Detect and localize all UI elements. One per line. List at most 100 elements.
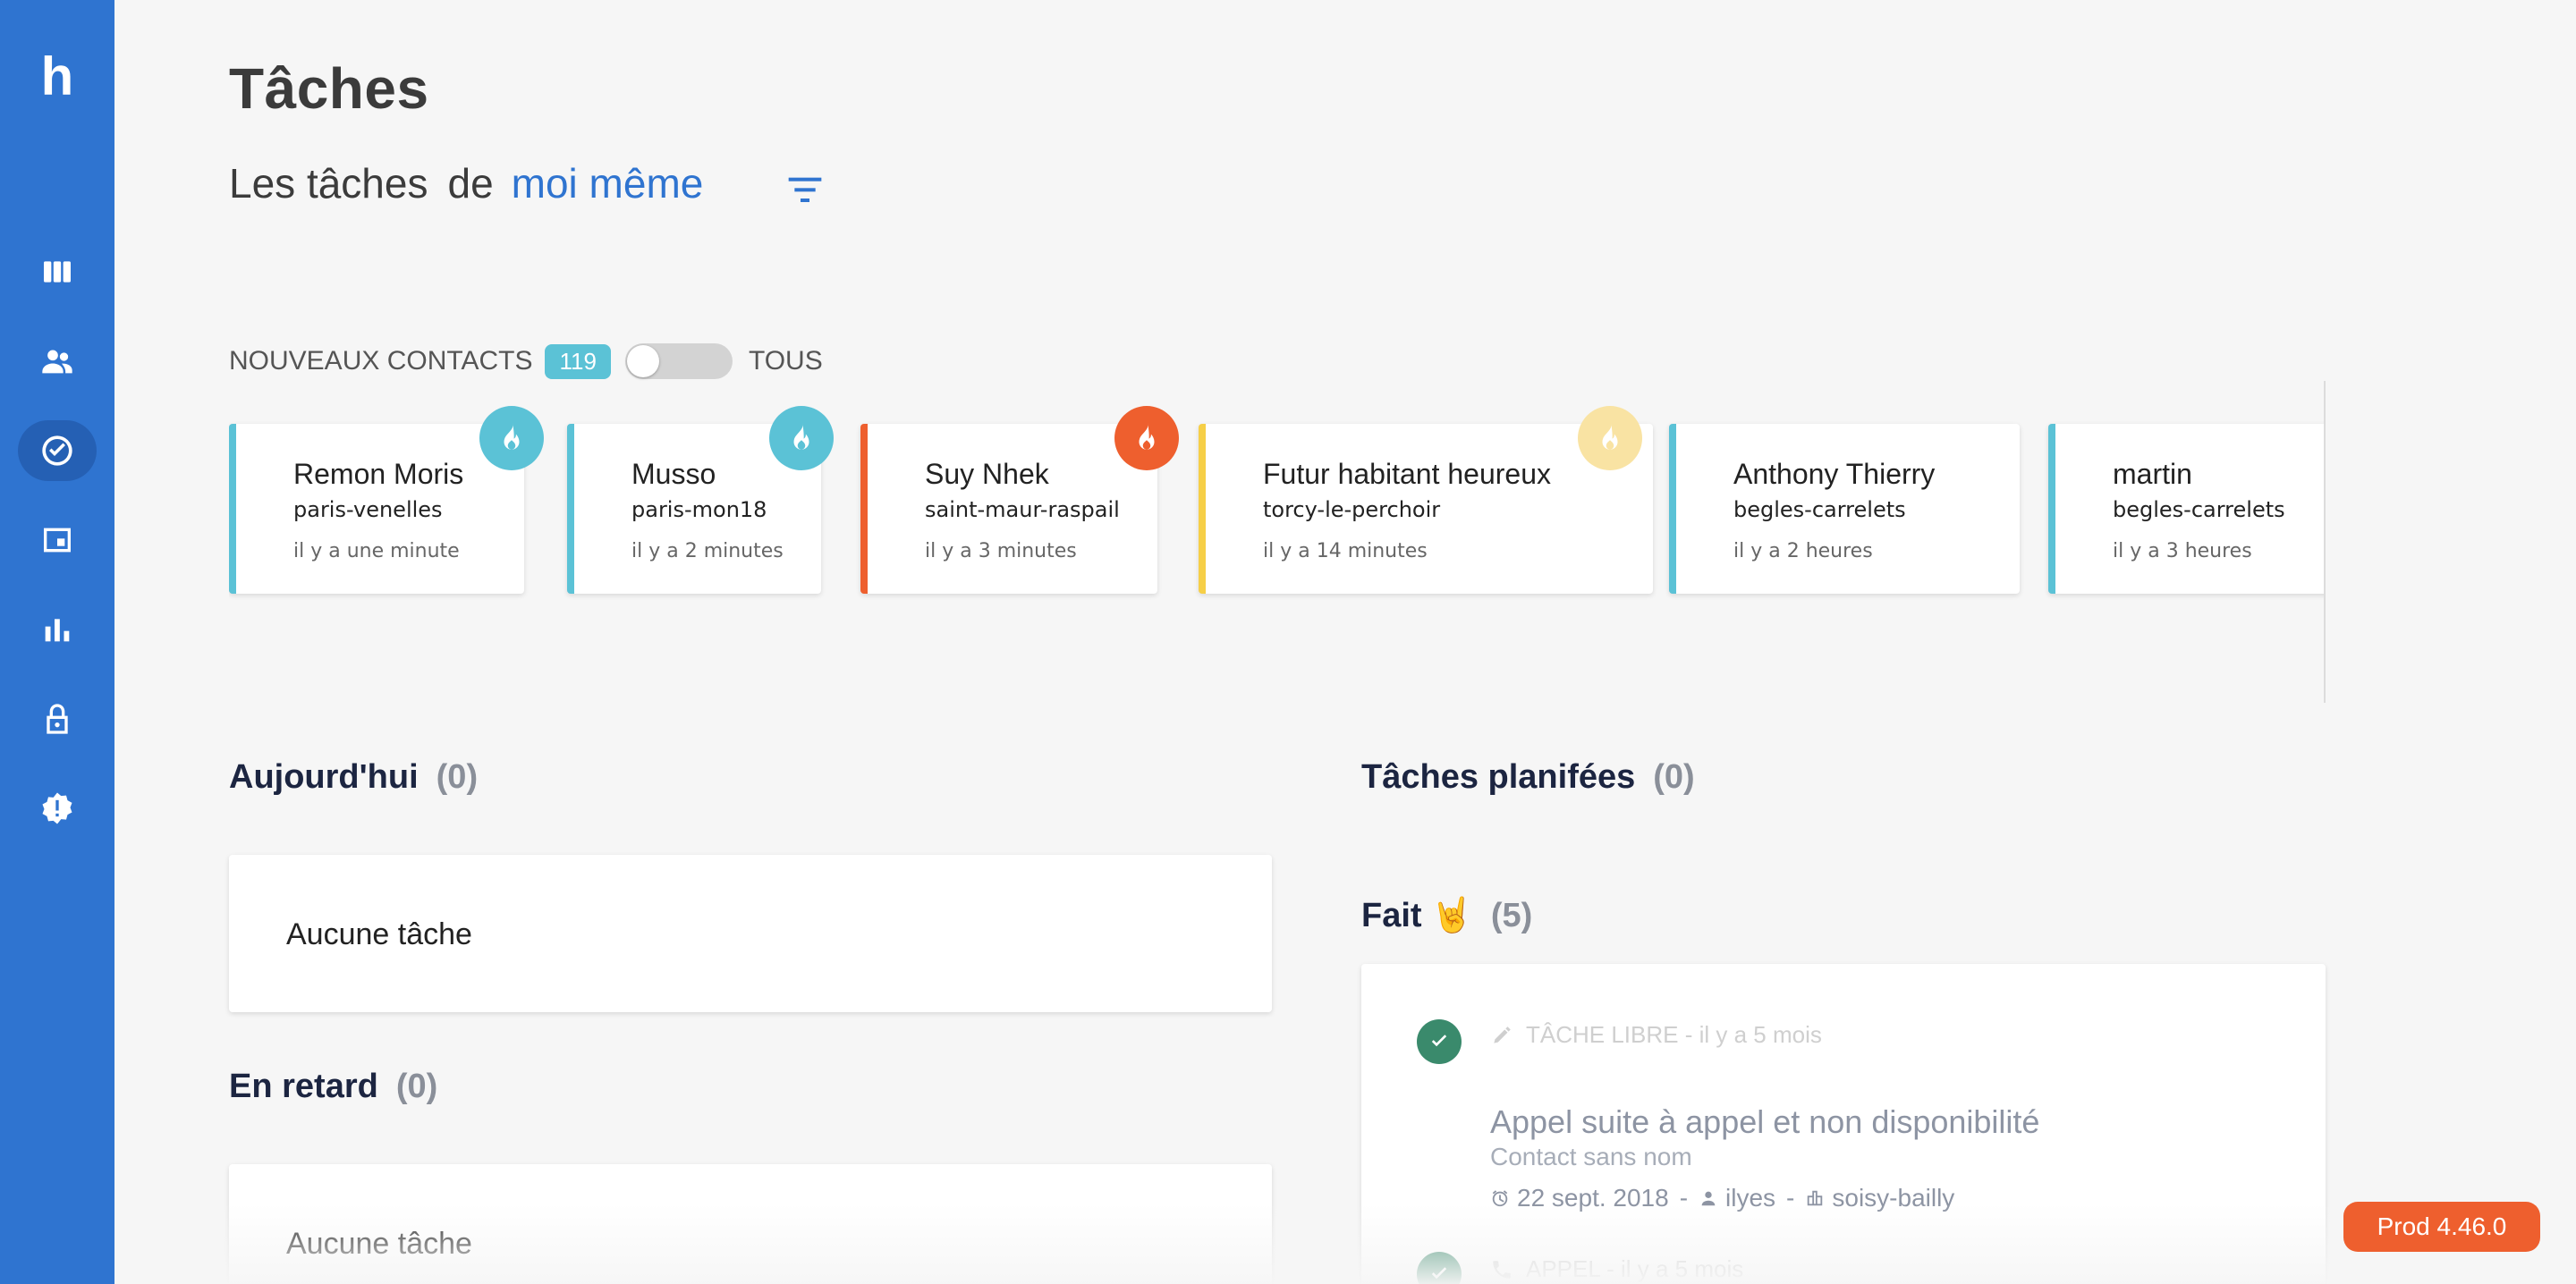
people-icon (42, 350, 72, 374)
nav-stats[interactable] (18, 599, 97, 660)
contact-card[interactable]: Suy Nhek saint-maur-raspail il y a 3 minut… (860, 424, 1157, 594)
late-section-title: En retard (0) (229, 1068, 437, 1106)
phone-icon (1493, 1260, 1511, 1279)
done-title: Fait (1361, 896, 1422, 934)
today-empty-text: Aucune tâche (286, 917, 472, 951)
done-section-title: Fait 🤘 (5) (1361, 896, 1532, 935)
task-meta: TÂCHE LIBRE - il y a 5 mois (1490, 1021, 1822, 1049)
new-contacts-label: NOUVEAUX CONTACTS (229, 346, 533, 376)
contact-agency: begles-carrelets (2113, 497, 2285, 522)
late-empty-text: Aucune tâche (286, 1227, 472, 1261)
contact-name: Musso (631, 458, 716, 490)
building-icon (1808, 1190, 1823, 1206)
hot-lead-badge (769, 406, 834, 470)
contact-time: il y a 2 minutes (631, 540, 784, 562)
contact-time: il y a une minute (293, 540, 460, 562)
done-task-list: TÂCHE LIBRE - il y a 5 mois Appel suite … (1361, 964, 2326, 1284)
task-details: 22 sept. 2018 - ilyes - soisy-bailly (1490, 1184, 1954, 1212)
columns-icon (44, 261, 71, 283)
toggle-knob (626, 345, 659, 377)
hot-lead-badge (1578, 406, 1642, 470)
new-contacts-count-badge: 119 (545, 343, 611, 379)
contact-name: Anthony Thierry (1733, 458, 1936, 490)
contact-time: il y a 3 heures (2113, 540, 2252, 562)
check-circle-icon (42, 435, 72, 466)
nav-listings[interactable] (18, 510, 97, 570)
flame-icon (1139, 423, 1155, 450)
toggle-label: TOUS (748, 346, 823, 376)
task-user: ilyes (1725, 1184, 1776, 1212)
today-count: (0) (436, 758, 479, 796)
contact-agency: begles-carrelets (1733, 497, 1906, 522)
task-meta: APPEL - il y a 5 mois (1490, 1255, 1743, 1283)
today-empty-card: Aucune tâche (229, 855, 1272, 1012)
planned-title: Tâches planifées (1361, 758, 1636, 796)
late-title: En retard (229, 1068, 378, 1105)
contact-name: Suy Nhek (925, 458, 1049, 490)
bar-chart-icon (45, 619, 70, 642)
task-date: 22 sept. 2018 (1517, 1184, 1669, 1212)
late-empty-card: Aucune tâche (229, 1164, 1272, 1284)
flame-icon (1602, 423, 1618, 450)
version-badge[interactable]: Prod 4.46.0 (2343, 1202, 2540, 1252)
contact-agency: paris-mon18 (631, 497, 767, 522)
person-icon (1701, 1191, 1716, 1206)
check-icon (1431, 1267, 1447, 1280)
app-logo[interactable]: h (36, 50, 79, 104)
task-meta-text: TÂCHE LIBRE - il y a 5 mois (1526, 1021, 1822, 1048)
separator: - (1786, 1184, 1795, 1212)
new-contacts-carousel[interactable]: Remon Moris paris-venelles il y a une minu… (229, 381, 2326, 703)
done-emoji: 🤘 (1430, 897, 1473, 934)
contact-time: il y a 3 minutes (925, 540, 1077, 562)
pencil-icon (1494, 1026, 1511, 1043)
done-count: (5) (1490, 896, 1533, 934)
sidebar: h (0, 0, 114, 1284)
filter-button[interactable] (784, 170, 826, 209)
hot-lead-badge (1114, 406, 1179, 470)
task-agency: soisy-bailly (1832, 1184, 1955, 1212)
contact-name: Futur habitant heureux (1263, 458, 1551, 490)
owner-selector[interactable]: moi même (512, 159, 704, 207)
new-contacts-header: NOUVEAUX CONTACTS 119 TOUS (229, 343, 823, 379)
contact-card[interactable]: Remon Moris paris-venelles il y a une minu… (229, 424, 524, 594)
contact-name: martin (2113, 458, 2192, 490)
contact-agency: torcy-le-perchoir (1263, 497, 1441, 522)
contact-time: il y a 14 minutes (1263, 540, 1428, 562)
late-count: (0) (395, 1068, 438, 1105)
contact-time: il y a 2 heures (1733, 540, 1873, 562)
flame-icon (793, 423, 809, 450)
flame-icon (504, 423, 520, 450)
check-icon (1431, 1035, 1447, 1047)
today-section-title: Aujourd'hui (0) (229, 758, 478, 797)
task-owner-heading: Les tâches de moi même (229, 159, 703, 207)
subtitle-prefix: Les tâches (229, 160, 428, 207)
contact-card[interactable]: martin begles-carrelets il y a 3 heures (2048, 424, 2324, 594)
task-title[interactable]: Appel suite à appel et non disponibilité (1490, 1103, 2039, 1141)
nav-alerts[interactable] (18, 778, 97, 839)
contact-agency: paris-venelles (293, 497, 443, 522)
nav-security[interactable] (18, 688, 97, 749)
alert-badge-icon (42, 792, 72, 824)
subtitle-de: de (447, 160, 494, 207)
nav-board[interactable] (18, 241, 97, 302)
today-title: Aujourd'hui (229, 758, 419, 796)
alarm-icon (1492, 1190, 1508, 1207)
contact-agency: saint-maur-raspail (925, 497, 1120, 522)
lock-icon (47, 704, 68, 734)
separator: - (1679, 1184, 1689, 1212)
nav-contacts[interactable] (18, 331, 97, 392)
task-done-check[interactable] (1417, 1019, 1462, 1064)
task-done-check[interactable] (1417, 1252, 1462, 1284)
contact-name: Remon Moris (293, 458, 464, 490)
task-meta-text: APPEL - il y a 5 mois (1526, 1255, 1744, 1282)
show-all-toggle[interactable] (624, 343, 733, 379)
contact-card[interactable]: Anthony Thierry begles-carrelets il y a 2 … (1669, 424, 2020, 594)
nav-tasks[interactable] (18, 420, 97, 481)
filter-icon (788, 177, 822, 202)
hot-lead-badge (479, 406, 544, 470)
page-title: Tâches (229, 56, 429, 121)
planned-count: (0) (1653, 758, 1695, 796)
planned-section-title: Tâches planifées (0) (1361, 758, 1695, 797)
task-contact: Contact sans nom (1490, 1143, 1692, 1170)
window-icon (44, 528, 71, 553)
